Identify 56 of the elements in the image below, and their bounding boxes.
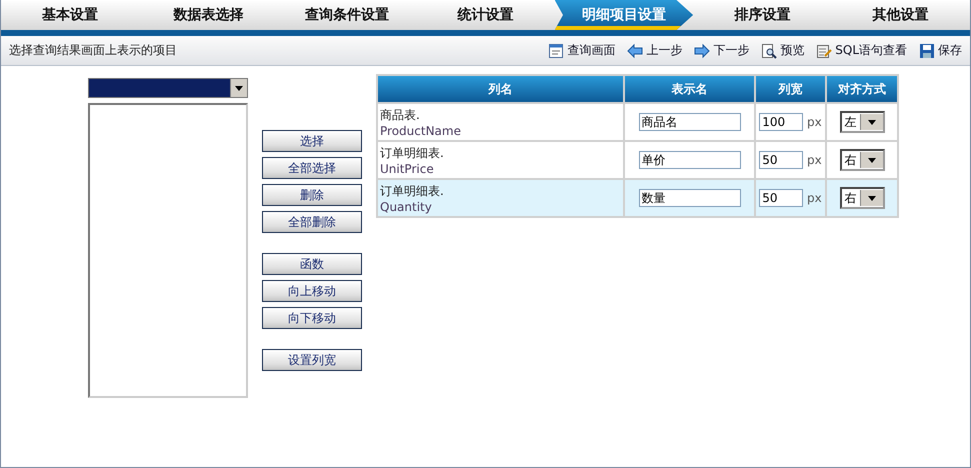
toolbar-link[interactable]: 保存 bbox=[919, 42, 962, 59]
action-button[interactable]: 全部删除 bbox=[262, 211, 362, 233]
column-header: 列名 bbox=[378, 76, 623, 102]
toolbar-link[interactable]: 预览 bbox=[761, 42, 804, 59]
table-name: 订单明细表. bbox=[380, 182, 445, 200]
display-name-field[interactable]: 商品名 bbox=[638, 113, 740, 131]
width-field[interactable]: 50 bbox=[759, 151, 804, 169]
toolbar-link[interactable]: 上一步 bbox=[627, 42, 682, 59]
action-button[interactable]: 向下移动 bbox=[262, 307, 362, 329]
toolbar-link[interactable]: 下一步 bbox=[694, 42, 750, 59]
action-button[interactable]: 设置列宽 bbox=[262, 349, 362, 371]
left-arrow-icon bbox=[627, 42, 644, 58]
unit-label: px bbox=[807, 191, 822, 205]
tab[interactable]: 统计设置 bbox=[416, 0, 555, 30]
tab[interactable]: 其他设置 bbox=[832, 0, 970, 30]
action-button[interactable]: 全部选择 bbox=[262, 157, 362, 179]
column-header: 对齐方式 bbox=[827, 76, 897, 102]
dropdown-arrow-icon bbox=[868, 196, 876, 200]
tab[interactable]: 基本设置 bbox=[1, 0, 140, 30]
field-listbox[interactable] bbox=[88, 103, 248, 398]
save-icon bbox=[919, 42, 935, 58]
width-field[interactable]: 50 bbox=[759, 189, 804, 207]
dropdown-arrow-icon bbox=[868, 158, 876, 162]
action-button[interactable]: 删除 bbox=[262, 184, 362, 206]
table-name: 订单明细表. bbox=[380, 144, 445, 162]
tab[interactable]: 明细项目设置 bbox=[554, 0, 694, 30]
unit-label: px bbox=[807, 153, 822, 167]
tab[interactable]: 查询条件设置 bbox=[278, 0, 416, 30]
tab[interactable]: 排序设置 bbox=[693, 0, 832, 30]
action-button[interactable]: 函数 bbox=[262, 253, 362, 275]
column-name: ProductName bbox=[380, 124, 462, 138]
document-pen-icon bbox=[816, 42, 832, 58]
column-name: UnitPrice bbox=[380, 162, 435, 176]
align-dropdown[interactable]: 右 bbox=[840, 149, 884, 171]
toolbar-link[interactable]: 查询画面 bbox=[548, 42, 616, 59]
align-dropdown[interactable]: 左 bbox=[840, 111, 884, 133]
window-icon bbox=[548, 42, 564, 58]
dropdown-arrow-icon bbox=[868, 120, 876, 124]
hint-text: 选择查询结果画面上表示的项目 bbox=[9, 42, 178, 59]
tab[interactable]: 数据表选择 bbox=[139, 0, 278, 30]
width-field[interactable]: 100 bbox=[759, 113, 804, 131]
toolbar-link[interactable]: SQL语句查看 bbox=[816, 42, 907, 59]
right-arrow-icon bbox=[694, 42, 710, 58]
display-name-field[interactable]: 数量 bbox=[638, 189, 740, 207]
field-dropdown[interactable] bbox=[88, 78, 248, 98]
table-name: 商品表. bbox=[380, 106, 421, 124]
display-name-field[interactable]: 单价 bbox=[638, 151, 740, 169]
action-button[interactable]: 向上移动 bbox=[262, 280, 362, 302]
action-button[interactable]: 选择 bbox=[262, 130, 362, 152]
column-name: Quantity bbox=[380, 200, 433, 214]
align-dropdown[interactable]: 右 bbox=[840, 187, 884, 209]
unit-label: px bbox=[807, 115, 822, 129]
magnifier-icon bbox=[761, 42, 778, 58]
column-header: 列宽 bbox=[756, 76, 825, 102]
column-header: 表示名 bbox=[625, 76, 754, 102]
dropdown-arrow-icon bbox=[235, 86, 243, 90]
